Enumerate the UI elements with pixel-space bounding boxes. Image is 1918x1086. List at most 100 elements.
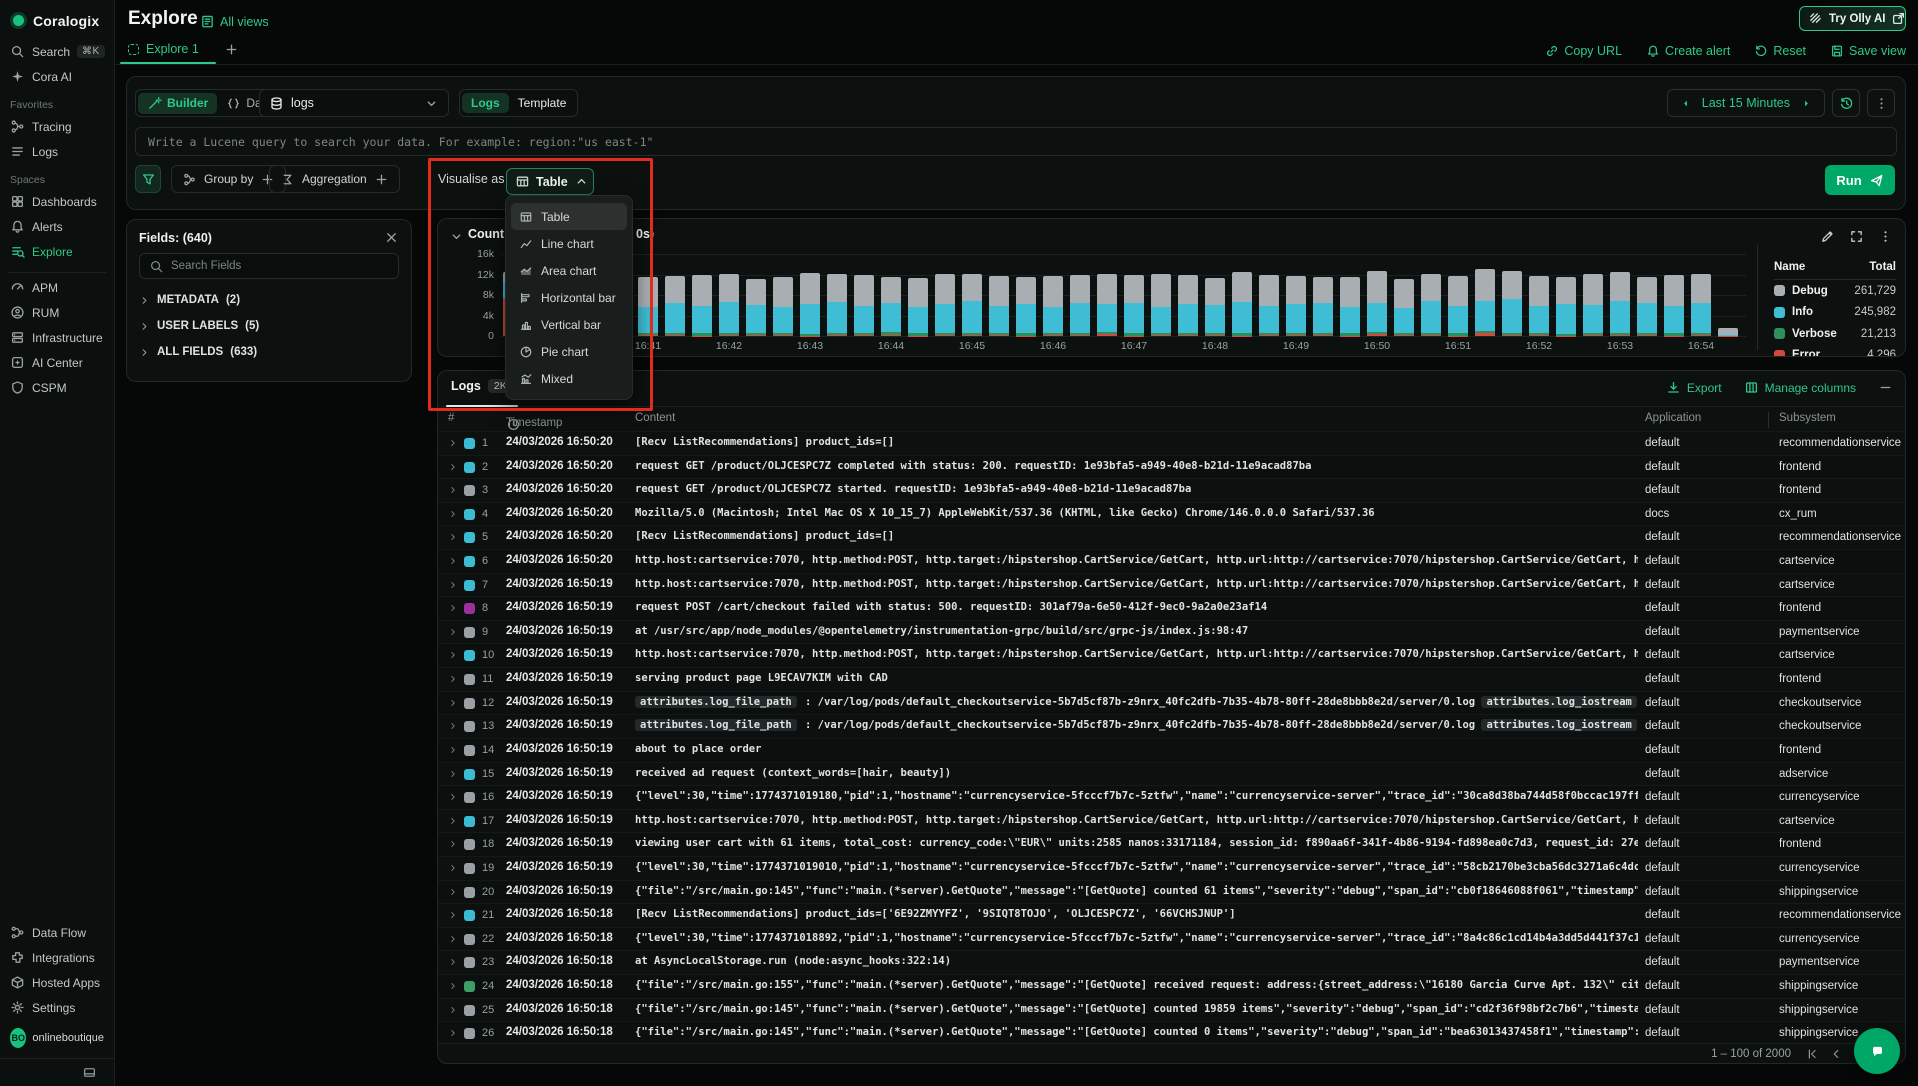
chart-bar[interactable] <box>746 254 766 336</box>
manage-columns-button[interactable]: Manage columns <box>1744 380 1856 395</box>
table-row[interactable]: 1824/03/2026 16:50:19viewing user cart w… <box>438 832 1905 856</box>
table-row[interactable]: 1224/03/2026 16:50:19attributes.log_file… <box>438 691 1905 715</box>
row-expand-icon[interactable] <box>448 509 458 519</box>
vis-option-horizontal-bar[interactable]: Horizontal bar <box>511 284 627 311</box>
edit-chart-icon[interactable] <box>1820 229 1835 244</box>
legend-row-error[interactable]: Error4,296 <box>1774 345 1896 358</box>
account-row[interactable]: BO onlineboutique <box>0 1020 114 1058</box>
row-expand-icon[interactable] <box>448 674 458 684</box>
row-expand-icon[interactable] <box>448 792 458 802</box>
sidebar-item-cspm[interactable]: CSPM <box>0 375 114 400</box>
run-button[interactable]: Run <box>1825 165 1895 195</box>
logs-tab[interactable]: Logs 2K <box>451 379 513 393</box>
table-row[interactable]: 924/03/2026 16:50:19at /usr/src/app/node… <box>438 620 1905 644</box>
chart-bar[interactable] <box>1421 254 1441 336</box>
table-row[interactable]: 624/03/2026 16:50:20http.host:cartservic… <box>438 549 1905 573</box>
vis-option-table[interactable]: Table <box>511 203 627 230</box>
logo[interactable]: Coralogix <box>0 8 114 39</box>
row-expand-icon[interactable] <box>448 863 458 873</box>
table-row[interactable]: 824/03/2026 16:50:19request POST /cart/c… <box>438 596 1905 620</box>
time-more-button[interactable] <box>1867 89 1895 117</box>
chart-bar[interactable] <box>827 254 847 336</box>
first-page-button[interactable] <box>1805 1047 1819 1061</box>
time-next-icon[interactable] <box>1799 96 1814 111</box>
row-expand-icon[interactable] <box>448 556 458 566</box>
table-row[interactable]: 1324/03/2026 16:50:19attributes.log_file… <box>438 714 1905 738</box>
col-subsystem[interactable]: Subsystem <box>1779 412 1836 424</box>
row-expand-icon[interactable] <box>448 721 458 731</box>
col-application[interactable]: Application <box>1645 412 1701 424</box>
chart-bar[interactable] <box>1313 254 1333 336</box>
chart-bar[interactable] <box>1178 254 1198 336</box>
table-row[interactable]: 1724/03/2026 16:50:19http.host:cartservi… <box>438 809 1905 833</box>
table-row[interactable]: 1524/03/2026 16:50:19received ad request… <box>438 762 1905 786</box>
chart-bar[interactable] <box>1529 254 1549 336</box>
row-expand-icon[interactable] <box>448 438 458 448</box>
try-olly-ai-button[interactable]: Try Olly AI <box>1799 6 1906 31</box>
row-expand-icon[interactable] <box>448 650 458 660</box>
mode-logs-option[interactable]: Logs <box>462 93 509 113</box>
chat-widget-button[interactable] <box>1854 1028 1900 1074</box>
sidebar-item-search[interactable]: Search ⌘K <box>0 39 114 64</box>
table-row[interactable]: 2524/03/2026 16:50:18{"file":"/src/main.… <box>438 998 1905 1022</box>
chart-bar[interactable] <box>1097 254 1117 336</box>
field-group-all-fields[interactable]: ALL FIELDS(633) <box>127 339 411 365</box>
chart-collapse-icon[interactable] <box>449 229 464 244</box>
legend-row-info[interactable]: Info245,982 <box>1774 302 1896 324</box>
row-expand-icon[interactable] <box>448 603 458 613</box>
chart-bar[interactable] <box>1583 254 1603 336</box>
table-row[interactable]: 2024/03/2026 16:50:19{"file":"/src/main.… <box>438 880 1905 904</box>
row-expand-icon[interactable] <box>448 910 458 920</box>
chart-bar[interactable] <box>1151 254 1171 336</box>
row-expand-icon[interactable] <box>448 769 458 779</box>
table-row[interactable]: 1024/03/2026 16:50:19http.host:cartservi… <box>438 643 1905 667</box>
logs-more-icon[interactable] <box>1878 380 1893 395</box>
table-row[interactable]: 2124/03/2026 16:50:18[Recv ListRecommend… <box>438 903 1905 927</box>
table-row[interactable]: 324/03/2026 16:50:20request GET /product… <box>438 478 1905 502</box>
chart-bar[interactable] <box>962 254 982 336</box>
aggregation-button[interactable]: Aggregation <box>269 165 400 193</box>
row-expand-icon[interactable] <box>448 839 458 849</box>
fields-search-input[interactable] <box>171 260 389 272</box>
table-row[interactable]: 524/03/2026 16:50:20[Recv ListRecommenda… <box>438 525 1905 549</box>
chart-bar[interactable] <box>1340 254 1360 336</box>
chart-bar[interactable] <box>881 254 901 336</box>
chart-bar[interactable] <box>1205 254 1225 336</box>
legend-row-debug[interactable]: Debug261,729 <box>1774 280 1896 302</box>
close-icon[interactable] <box>384 230 399 245</box>
chart-bar[interactable] <box>1664 254 1684 336</box>
sidebar-item-dashboards[interactable]: Dashboards <box>0 189 114 214</box>
row-expand-icon[interactable] <box>448 580 458 590</box>
col-hash[interactable]: # <box>448 412 454 424</box>
row-expand-icon[interactable] <box>448 957 458 967</box>
sidebar-item-alerts[interactable]: Alerts <box>0 214 114 239</box>
save-view-button[interactable]: Save view <box>1830 44 1906 58</box>
row-expand-icon[interactable] <box>448 462 458 472</box>
col-content[interactable]: Content <box>635 412 675 424</box>
chart-bar[interactable] <box>719 254 739 336</box>
data-source-select[interactable]: logs <box>259 89 449 117</box>
sidebar-item-infrastructure[interactable]: Infrastructure <box>0 325 114 350</box>
chart-bar[interactable] <box>1691 254 1711 336</box>
chart-bar[interactable] <box>1043 254 1063 336</box>
expand-chart-icon[interactable] <box>1849 229 1864 244</box>
row-expand-icon[interactable] <box>448 627 458 637</box>
table-row[interactable]: 1424/03/2026 16:50:19about to place orde… <box>438 738 1905 762</box>
sidebar-item-explore[interactable]: Explore <box>0 239 114 264</box>
sidebar-item-hosted-apps[interactable]: Hosted Apps <box>0 970 114 995</box>
chart-bar[interactable] <box>638 254 658 336</box>
chart-bar[interactable] <box>1448 254 1468 336</box>
row-expand-icon[interactable] <box>448 816 458 826</box>
sidebar-item-tracing[interactable]: Tracing <box>0 114 114 139</box>
vis-option-area-chart[interactable]: Area chart <box>511 257 627 284</box>
vis-option-mixed[interactable]: Mixed <box>511 365 627 392</box>
sidebar-item-settings[interactable]: Settings <box>0 995 114 1020</box>
mode-template-option[interactable]: Template <box>509 93 576 113</box>
query-history-button[interactable] <box>1832 89 1860 117</box>
row-expand-icon[interactable] <box>448 1028 458 1038</box>
field-group-user-labels[interactable]: USER LABELS(5) <box>127 313 411 339</box>
row-expand-icon[interactable] <box>448 981 458 991</box>
vis-option-vertical-bar[interactable]: Vertical bar <box>511 311 627 338</box>
table-row[interactable]: 424/03/2026 16:50:20Mozilla/5.0 (Macinto… <box>438 502 1905 526</box>
chart-bar[interactable] <box>1286 254 1306 336</box>
